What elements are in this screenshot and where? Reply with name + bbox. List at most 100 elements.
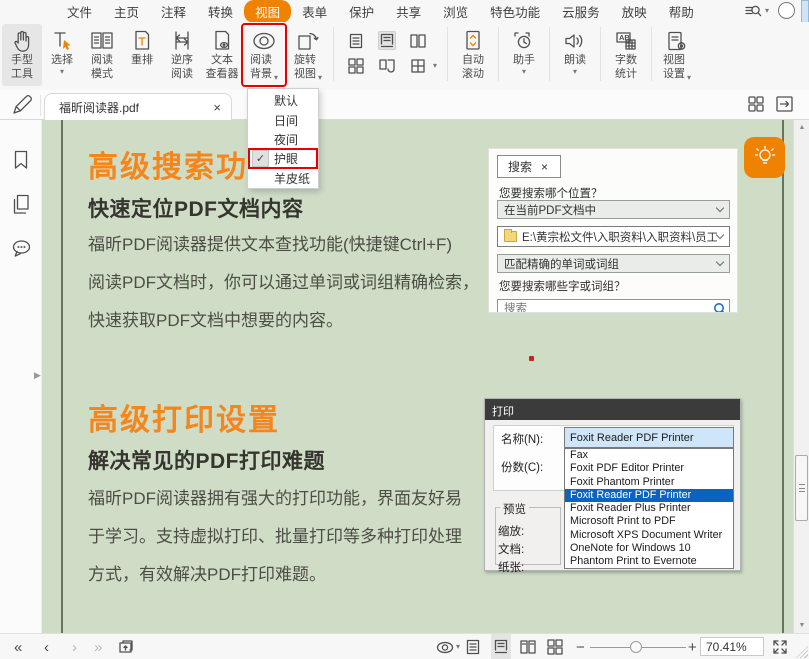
menu-protect[interactable]: 保护: [338, 0, 385, 23]
assistant-button[interactable]: 助手 ▾: [502, 24, 546, 86]
search-match-combo: 匹配精确的单词或词组: [497, 254, 730, 273]
search-tab: 搜索 ×: [497, 155, 561, 178]
paragraph-line: 福昕PDF阅读器提供文本查找功能(快捷键Ctrl+F): [88, 226, 479, 264]
close-icon: ×: [541, 160, 548, 174]
prev-page-button[interactable]: ‹: [44, 634, 49, 659]
annotation-dot: [529, 356, 534, 361]
eye-icon: [250, 27, 278, 54]
cover-mode-icon[interactable]: [378, 56, 396, 75]
pages-panel-icon[interactable]: [10, 192, 32, 221]
toolbar-separator: [549, 27, 550, 81]
bookmarks-panel-icon[interactable]: [10, 148, 32, 177]
menu-item-day[interactable]: 日间: [248, 110, 318, 129]
foxit-reader-window: 文件 主页 注释 转换 视图 表单 保护 共享 浏览 特色功能 云服务 放映 帮…: [0, 0, 809, 659]
read-aloud-button[interactable]: 朗读 ▾: [553, 24, 597, 86]
menu-comment[interactable]: 注释: [150, 0, 197, 23]
view-mode-eye-button[interactable]: [436, 634, 454, 659]
fullscreen-icon[interactable]: [772, 634, 788, 659]
menu-share[interactable]: 共享: [385, 0, 432, 23]
reverse-order-icon: [170, 27, 194, 54]
menu-convert[interactable]: 转换: [197, 0, 244, 23]
panel-toggle-icon[interactable]: [775, 95, 795, 118]
chevron-down-icon: ▾: [687, 74, 691, 82]
text-viewer-icon: [210, 27, 234, 54]
menu-file[interactable]: 文件: [56, 0, 103, 23]
ribbon-search-button[interactable]: ▾: [744, 3, 769, 19]
word-count-button[interactable]: AB 字数 统计: [604, 24, 648, 86]
menu-item-parchment[interactable]: 羊皮纸: [248, 169, 318, 188]
preview-label: 预览: [500, 501, 529, 517]
close-tab-icon[interactable]: ×: [213, 100, 221, 115]
hand-tool-button[interactable]: 手型 工具: [2, 24, 42, 86]
toolbar-label: 自动 滚动: [462, 54, 484, 82]
status-facing-icon[interactable]: [520, 634, 536, 659]
continuous-page-icon[interactable]: [378, 31, 396, 50]
facing-page-icon[interactable]: [409, 31, 427, 50]
menu-view[interactable]: 视图: [244, 0, 291, 23]
first-page-button[interactable]: «: [14, 634, 22, 659]
reflow-button[interactable]: 重排: [122, 24, 162, 86]
scrollbar-thumb[interactable]: [795, 455, 808, 521]
search-scope-value: 在当前PDF文档中: [504, 202, 596, 218]
select-button[interactable]: 选择 ▾: [42, 24, 82, 86]
reflow-page-icon: [130, 27, 154, 54]
view-settings-icon: [664, 27, 690, 54]
page-edge-left: [61, 120, 63, 633]
check-icon: ✓: [252, 150, 269, 167]
menu-browse[interactable]: 浏览: [432, 0, 479, 23]
menu-play[interactable]: 放映: [611, 0, 658, 23]
toolbar-label: 朗读: [564, 54, 586, 68]
menu-features[interactable]: 特色功能: [479, 0, 551, 23]
text-viewer-button[interactable]: 文本 查看器: [202, 24, 242, 86]
toolbar-label: 文本 查看器: [206, 54, 239, 82]
last-page-button[interactable]: »: [94, 634, 102, 659]
status-single-page-icon[interactable]: [466, 634, 480, 659]
view-settings-button[interactable]: 视图 设置▾: [655, 24, 699, 86]
document-tab[interactable]: 福昕阅读器.pdf ×: [44, 93, 232, 120]
resize-grip[interactable]: [796, 646, 808, 658]
expand-panel-icon[interactable]: ▶: [34, 370, 41, 381]
zoom-in-button[interactable]: +: [688, 634, 697, 659]
assistant-icon: [511, 27, 537, 54]
vertical-scrollbar[interactable]: ▲ ▼: [793, 120, 809, 633]
menu-item-eye-protection[interactable]: ✓ 护眼: [248, 149, 318, 168]
paragraph-line: 快速获取PDF文档中想要的内容。: [88, 302, 479, 340]
facing-continuous-icon[interactable]: [347, 56, 365, 75]
menu-item-label: 日间: [274, 112, 298, 129]
tip-lightbulb-button[interactable]: [744, 137, 785, 178]
paper-label: 纸张:: [498, 559, 524, 575]
annotate-pencil-icon[interactable]: [11, 94, 33, 121]
comments-panel-icon[interactable]: [10, 237, 32, 266]
status-bar: « ‹ › » ▾ − +: [0, 633, 809, 659]
zoom-level-input[interactable]: [700, 637, 764, 656]
menu-item-default[interactable]: 默认: [248, 91, 318, 110]
scroll-down-icon[interactable]: ▼: [794, 622, 809, 629]
tab-grid-view-icon[interactable]: [747, 95, 765, 118]
search-location-question: 您要搜索哪个位置？: [499, 185, 603, 201]
rotate-view-button[interactable]: 旋转 视图▾: [286, 24, 330, 86]
zoom-out-button[interactable]: −: [576, 634, 585, 659]
toolbar-separator: [333, 27, 334, 81]
scroll-up-icon[interactable]: ▲: [794, 124, 809, 131]
status-facing-continuous-icon[interactable]: [547, 634, 563, 659]
reverse-read-button[interactable]: 逆序 阅读: [162, 24, 202, 86]
menu-cloud[interactable]: 云服务: [551, 0, 611, 23]
auto-scroll-button[interactable]: 自动 滚动: [451, 24, 495, 86]
menu-form[interactable]: 表单: [291, 0, 338, 23]
printer-option: Foxit Phantom Printer: [565, 476, 733, 489]
read-background-button[interactable]: 阅读 背景▾: [242, 24, 286, 86]
status-continuous-icon[interactable]: [491, 634, 511, 659]
menu-help[interactable]: 帮助: [658, 0, 705, 23]
next-page-button[interactable]: ›: [72, 634, 77, 659]
single-page-icon[interactable]: [347, 31, 365, 50]
menu-home[interactable]: 主页: [103, 0, 150, 23]
read-mode-button[interactable]: 阅读 模式: [82, 24, 122, 86]
split-view-icon[interactable]: ▾: [409, 56, 427, 75]
auto-scroll-icon: [461, 27, 485, 54]
page-thumbnail-icon[interactable]: [118, 634, 134, 659]
divider: [40, 95, 41, 116]
zoom-slider-thumb[interactable]: [630, 641, 642, 653]
account-avatar[interactable]: [778, 2, 795, 19]
menu-item-night[interactable]: 夜间: [248, 130, 318, 149]
chevron-down-icon[interactable]: ▾: [456, 634, 460, 659]
